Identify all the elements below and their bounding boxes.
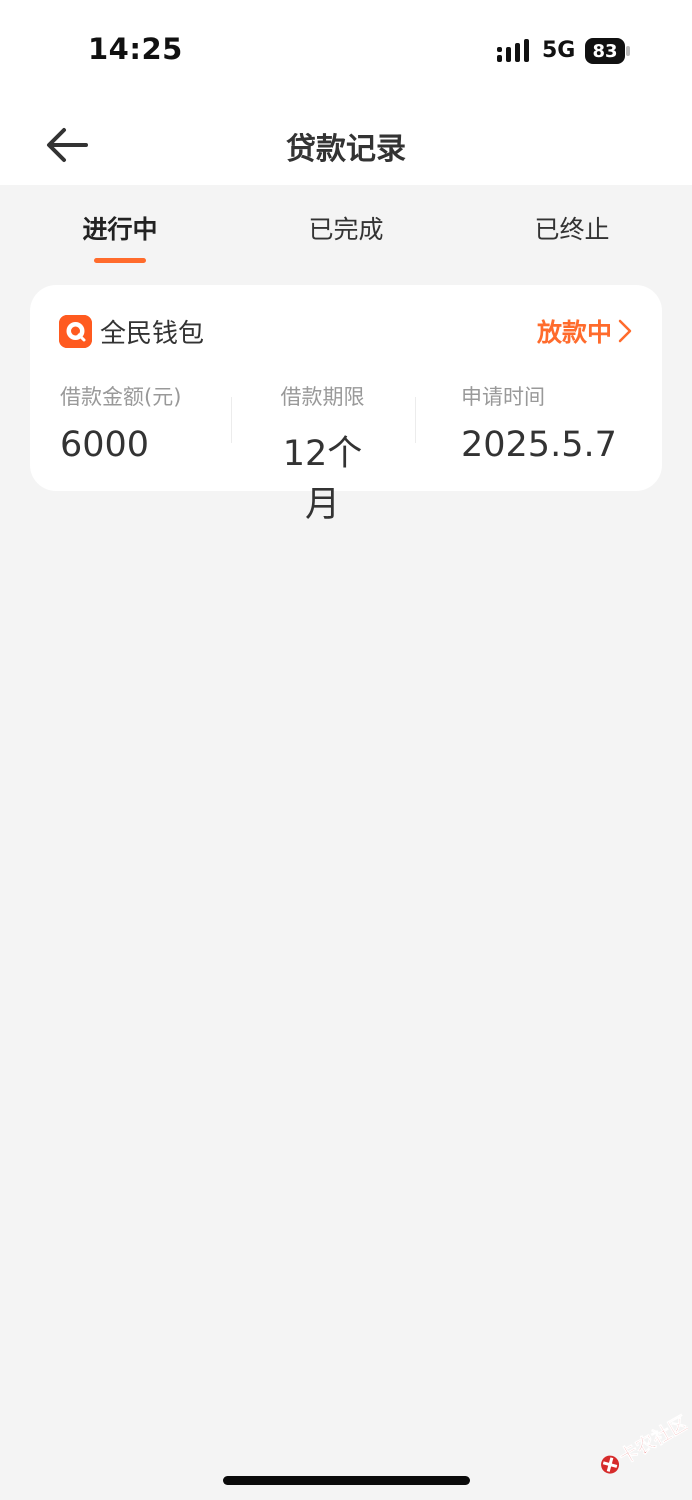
loan-amount-label: 借款金额(元) <box>60 385 182 409</box>
tab-terminated[interactable]: 已终止 <box>482 210 662 246</box>
svg-text:卡农社区: 卡农社区 <box>615 1411 688 1469</box>
loan-term-value: 12个月 <box>282 434 363 525</box>
loan-status-link[interactable]: 放款中 <box>537 313 632 349</box>
loan-status-label: 放款中 <box>536 318 612 347</box>
status-time: 14:25 <box>88 32 183 66</box>
loan-term-field: 借款期限 12个月 <box>275 381 370 527</box>
battery-level: 83 <box>585 38 625 64</box>
loan-amount-value: 6000 <box>60 425 150 465</box>
tab-in-progress[interactable]: 进行中 <box>30 210 210 246</box>
battery-icon: 83 <box>585 38 630 64</box>
loan-record-card[interactable]: 全民钱包 放款中 借款金额(元) 6000 借款期限 12个月 申请时间 202… <box>30 285 662 525</box>
tab-completed[interactable]: 已完成 <box>256 210 436 246</box>
network-type: 5G <box>542 38 576 63</box>
product-name: 全民钱包 <box>100 319 205 349</box>
kanong-watermark-logo: 卡农社区 <box>601 1411 688 1474</box>
loan-amount-field: 借款金额(元) 6000 <box>60 381 181 465</box>
loan-term-label: 借款期限 <box>280 385 365 409</box>
apply-date-value: 2025.5.7 <box>461 425 617 465</box>
apply-date-field: 申请时间 2025.5.7 <box>461 381 617 465</box>
chevron-right-icon <box>618 319 632 343</box>
wallet-app-icon <box>59 315 92 348</box>
field-divider <box>231 397 232 443</box>
battery-cap <box>626 46 630 56</box>
cellular-signal-icon <box>497 39 529 62</box>
page-title: 贷款记录 <box>286 132 406 167</box>
home-indicator[interactable] <box>223 1476 470 1485</box>
field-divider <box>415 397 416 443</box>
apply-date-label: 申请时间 <box>461 385 545 409</box>
active-tab-indicator <box>94 258 146 263</box>
